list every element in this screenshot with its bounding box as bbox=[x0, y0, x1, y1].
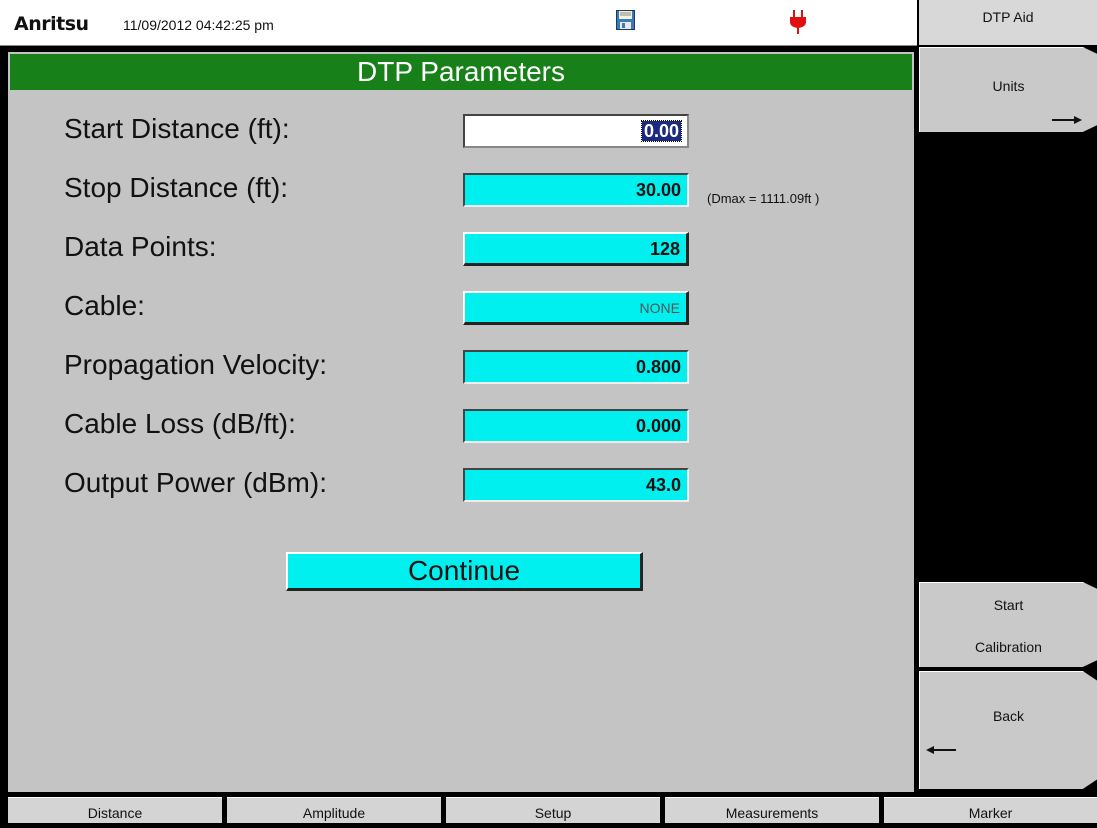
data-points-label: Data Points: bbox=[64, 231, 217, 262]
tab-marker[interactable]: Marker bbox=[884, 797, 1097, 823]
propagation-velocity-label: Propagation Velocity: bbox=[64, 349, 328, 380]
cable-loss-label: Cable Loss (dB/ft): bbox=[64, 408, 296, 439]
propagation-velocity-field[interactable]: 0.800 bbox=[463, 350, 689, 384]
start-distance-value: 0.00 bbox=[640, 120, 683, 142]
back-softkey[interactable]: Back bbox=[919, 671, 1097, 789]
brand-logo: Anritsu bbox=[14, 13, 89, 35]
start-distance-field[interactable]: 0.00 bbox=[463, 114, 689, 148]
units-softkey-label: Units bbox=[992, 78, 1025, 94]
start-calibration-line2: Calibration bbox=[975, 639, 1042, 655]
start-calibration-line1: Start bbox=[993, 597, 1024, 613]
status-bar: Anritsu 11/09/2012 04:42:25 pm bbox=[0, 0, 917, 46]
data-points-field[interactable]: 128 bbox=[463, 232, 689, 266]
cable-loss-field[interactable]: 0.000 bbox=[463, 409, 689, 443]
submenu-arrow-icon bbox=[1052, 116, 1082, 124]
stop-distance-field[interactable]: 30.00 bbox=[463, 173, 689, 207]
units-softkey[interactable]: Units bbox=[919, 47, 1097, 132]
output-power-field[interactable]: 43.0 bbox=[463, 468, 689, 502]
output-power-label: Output Power (dBm): bbox=[64, 467, 327, 498]
cable-label: Cable: bbox=[64, 290, 145, 321]
datetime-readout: 11/09/2012 04:42:25 pm bbox=[123, 17, 274, 33]
back-arrow-icon bbox=[926, 746, 956, 754]
floppy-disk-icon[interactable] bbox=[616, 10, 635, 30]
tab-measurements[interactable]: Measurements bbox=[665, 797, 879, 823]
dmax-note: (Dmax = 1111.09ft ) bbox=[707, 191, 820, 206]
stop-distance-label: Stop Distance (ft): bbox=[64, 172, 289, 203]
tab-distance[interactable]: Distance bbox=[8, 797, 222, 823]
start-calibration-softkey[interactable]: Start Calibration bbox=[919, 582, 1097, 667]
panel-title: DTP Parameters bbox=[10, 54, 912, 90]
tab-amplitude[interactable]: Amplitude bbox=[227, 797, 441, 823]
softkey-menu-title: DTP Aid bbox=[919, 0, 1097, 45]
start-distance-label: Start Distance (ft): bbox=[64, 113, 290, 144]
dtp-parameters-panel: DTP Parameters Start Distance (ft): 0.00… bbox=[8, 52, 914, 792]
continue-button[interactable]: Continue bbox=[286, 552, 643, 591]
tab-setup[interactable]: Setup bbox=[446, 797, 660, 823]
power-plug-icon bbox=[790, 10, 806, 34]
cable-field[interactable]: NONE bbox=[463, 291, 689, 325]
back-softkey-label: Back bbox=[992, 708, 1025, 724]
